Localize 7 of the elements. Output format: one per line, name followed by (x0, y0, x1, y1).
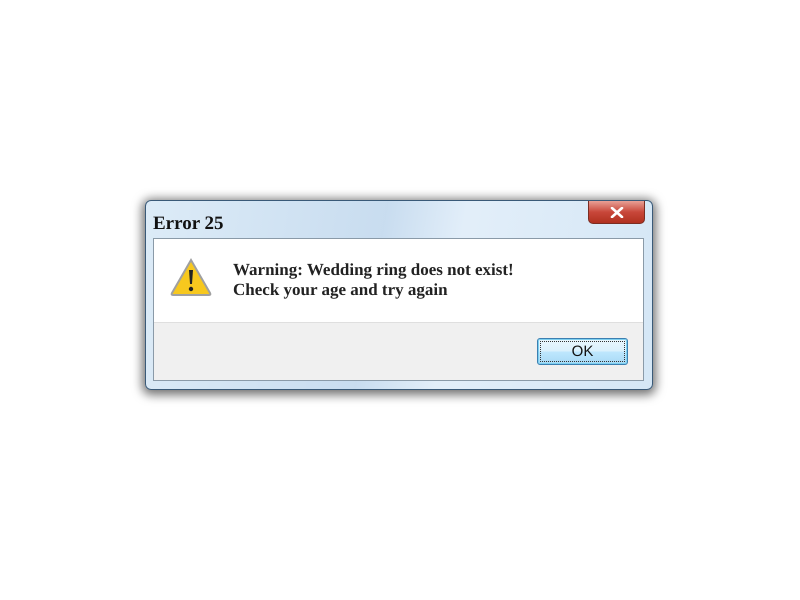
message-text: Warning: Wedding ring does not exist! (233, 260, 514, 280)
window-title: Error 25 (153, 213, 224, 235)
warning-icon (169, 257, 213, 297)
message-text: Check your age and try again (233, 280, 449, 300)
close-button[interactable] (588, 201, 645, 224)
close-icon (610, 206, 624, 218)
ok-button[interactable]: OK (537, 338, 628, 365)
